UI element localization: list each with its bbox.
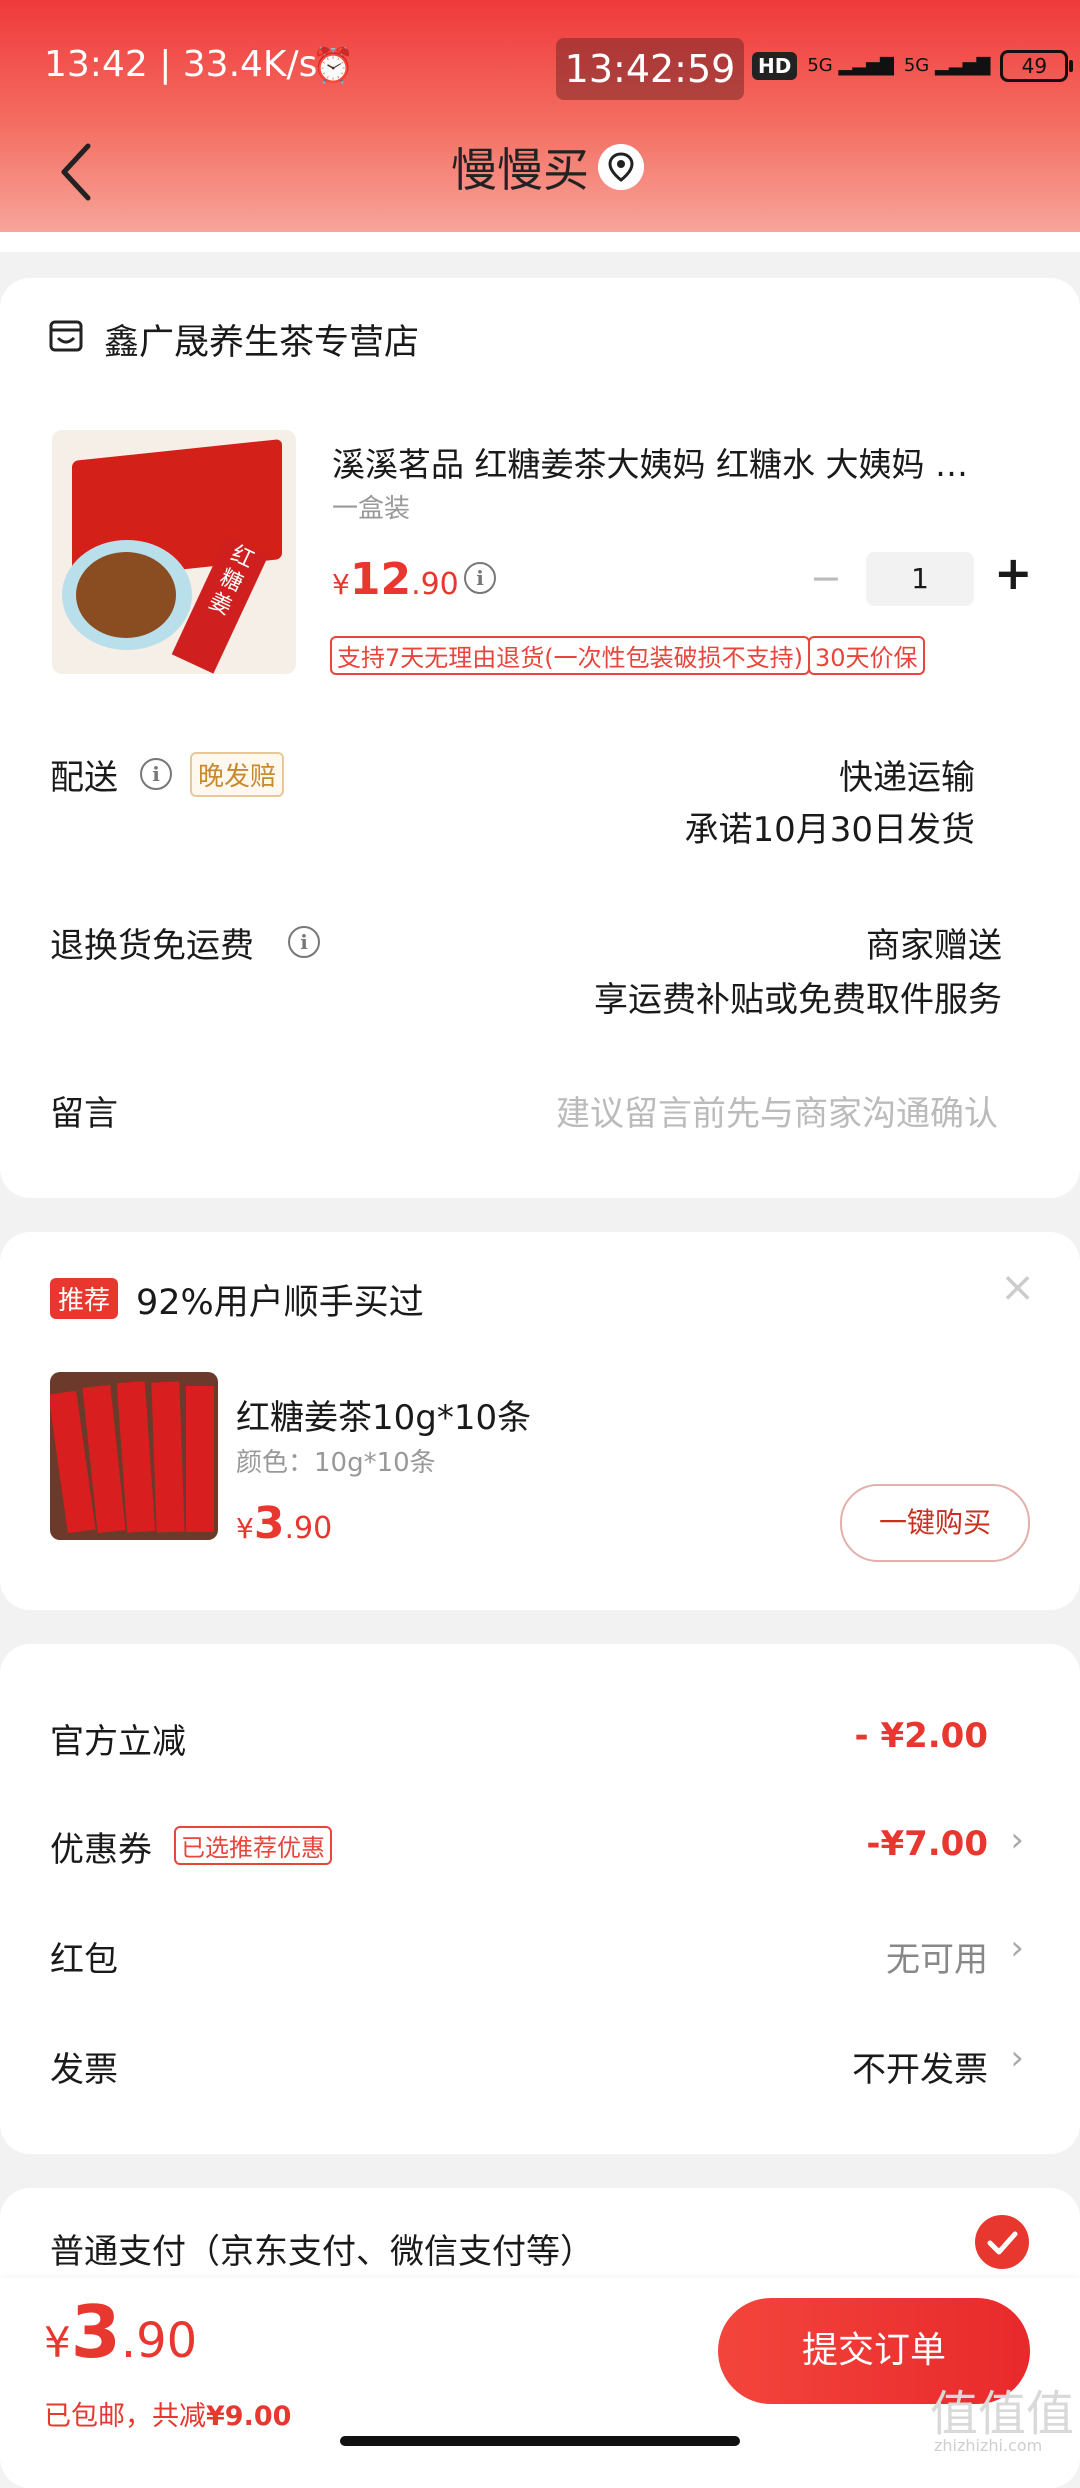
invoice-chevron-icon[interactable]: ›	[1010, 2038, 1024, 2078]
delivery-promise: 承诺10月30日发货	[684, 810, 975, 850]
redpacket-label[interactable]: 红包	[50, 1932, 118, 1981]
one-click-buy-button[interactable]: 一键购买	[840, 1484, 1030, 1562]
battery-icon: 49	[1000, 50, 1074, 82]
payment-method-label[interactable]: 普通支付（京东支付、微信支付等）	[50, 2224, 594, 2273]
header: 13:42 | 33.4K/s ⏰ 13:42:59 HD 5G ▂▃▅▇ 5G…	[0, 0, 1080, 232]
redpacket-value[interactable]: 无可用	[886, 1932, 988, 1981]
submit-order-label: 提交订单	[801, 2330, 946, 2371]
recommend-heading: 92%用户顺手买过	[136, 1283, 424, 1323]
recommend-badge: 推荐	[50, 1278, 119, 1319]
invoice-label[interactable]: 发票	[50, 2042, 118, 2091]
recommend-item-title[interactable]: 红糖姜茶10g*10条	[236, 1390, 531, 1439]
quantity-input[interactable]: 1	[866, 552, 974, 606]
home-indicator	[340, 2436, 740, 2446]
status-icons: HD 5G ▂▃▅▇ 5G ▂▃▅▇ 49	[752, 46, 1074, 86]
message-label: 留言	[50, 1094, 118, 1134]
return-policy-tag: 支持7天无理由退货(一次性包装破损不支持)	[330, 636, 810, 675]
delivery-method[interactable]: 快递运输	[839, 750, 975, 799]
recommend-item-image[interactable]	[50, 1372, 218, 1540]
floating-clock: 13:42:59	[556, 38, 744, 100]
shipping-savings: 已包邮，共减¥9.00	[44, 2401, 292, 2432]
product-image[interactable]: 红糖姜	[52, 430, 296, 674]
price-info-icon[interactable]: i	[464, 562, 496, 594]
close-icon[interactable]: ×	[1000, 1262, 1035, 1311]
watermark-logo: 值值值	[930, 2386, 1075, 2442]
hd-icon: HD	[752, 52, 798, 80]
return-shipping-value: 商家赠送	[866, 926, 1002, 966]
quantity-plus-button[interactable]: +	[994, 546, 1033, 600]
store-card: 鑫广晟养生茶专营店 红糖姜 溪溪茗品 红糖姜茶大姨妈 红糖水 大姨妈 … 一盒装…	[0, 278, 1080, 1198]
message-input[interactable]: 建议留言前先与商家沟通确认	[556, 1086, 998, 1135]
coupon-value[interactable]: -¥7.00	[866, 1824, 988, 1864]
redpacket-chevron-icon[interactable]: ›	[1010, 1928, 1024, 1968]
return-shipping-label: 退换货免运费	[50, 926, 254, 966]
stick-shape-4	[151, 1381, 185, 1533]
bottom-bar: ¥3.90 已包邮，共减¥9.00 提交订单 值值值 zhizhizhi.com	[0, 2278, 1080, 2460]
stick-shape-5	[186, 1386, 214, 1532]
page-title: 慢慢买	[451, 143, 589, 197]
return-info-icon[interactable]: i	[288, 926, 320, 958]
store-name[interactable]: 鑫广晟养生茶专营店	[104, 314, 419, 365]
recommend-card: 推荐 92%用户顺手买过 × 红糖姜茶10g*10条 颜色：10g*10条 ¥3…	[0, 1232, 1080, 1610]
quantity-minus-button[interactable]: −	[810, 556, 842, 600]
recommend-item-spec: 颜色：10g*10条	[236, 1448, 436, 1478]
recommend-item-price: ¥3.90	[236, 1498, 333, 1549]
price-protect-tag: 30天价保	[808, 636, 925, 675]
location-pin-icon[interactable]	[598, 144, 644, 190]
discounts-card: 官方立减 - ¥2.00 优惠券 已选推荐优惠 -¥7.00 › 红包 无可用 …	[0, 1644, 1080, 2154]
official-discount-label: 官方立减	[50, 1722, 186, 1762]
delivery-info-icon[interactable]: i	[140, 758, 172, 790]
quantity-value: 1	[911, 562, 929, 595]
coupon-chevron-icon[interactable]: ›	[1010, 1820, 1024, 1860]
late-compensation-badge: 晚发赔	[190, 752, 285, 797]
product-price: ¥12.90	[332, 554, 459, 605]
product-powder-fill	[76, 552, 176, 638]
coupon-tag: 已选推荐优惠	[174, 1826, 332, 1865]
watermark-url: zhizhizhi.com	[934, 2436, 1043, 2455]
one-click-buy-label: 一键购买	[878, 1506, 991, 1539]
official-discount-value: - ¥2.00	[854, 1716, 989, 1756]
checkmark-icon[interactable]	[974, 2214, 1030, 2270]
signal-icon-1: 5G ▂▃▅▇	[807, 55, 894, 76]
status-time-speed: 13:42 | 33.4K/s	[44, 44, 318, 85]
signal-icon-2: 5G ▂▃▅▇	[903, 55, 991, 76]
product-title[interactable]: 溪溪茗品 红糖姜茶大姨妈 红糖水 大姨妈 …	[332, 438, 968, 486]
header-bottom-strip	[0, 232, 1080, 252]
delivery-label: 配送	[50, 758, 118, 798]
alarm-icon: ⏰	[312, 46, 355, 86]
total-price: ¥3.90	[44, 2290, 198, 2374]
return-shipping-sub: 享运费补贴或免费取件服务	[594, 980, 1002, 1020]
nav-bar: 慢慢买	[0, 130, 1080, 214]
status-bar: 13:42 | 33.4K/s ⏰ 13:42:59 HD 5G ▂▃▅▇ 5G…	[0, 0, 1080, 120]
coupon-label[interactable]: 优惠券	[50, 1822, 152, 1871]
product-spec: 一盒装	[332, 494, 411, 524]
invoice-value[interactable]: 不开发票	[852, 2042, 988, 2091]
store-icon	[49, 320, 83, 352]
